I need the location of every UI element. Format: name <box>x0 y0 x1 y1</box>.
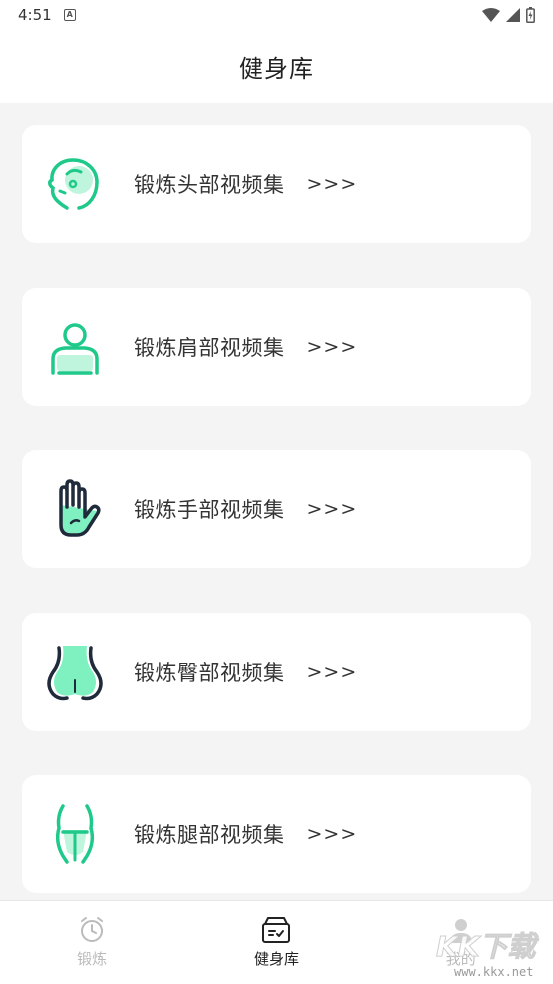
card-label: 锻炼头部视频集 <box>134 173 285 197</box>
card-hand-videos[interactable]: 锻炼手部视频集 >>> <box>22 450 531 568</box>
card-label: 锻炼手部视频集 <box>134 498 285 522</box>
wifi-icon <box>482 8 500 22</box>
card-arrow: >>> <box>306 661 358 683</box>
page-title: 健身库 <box>239 55 314 83</box>
card-arrow: >>> <box>306 498 358 520</box>
card-shoulder-videos[interactable]: 锻炼肩部视频集 >>> <box>22 288 531 406</box>
card-head-videos[interactable]: 锻炼头部视频集 >>> <box>22 125 531 243</box>
user-icon <box>449 919 472 943</box>
tab-mine[interactable]: 我的 <box>391 916 531 969</box>
tab-label: 我的 <box>445 950 476 968</box>
card-label: 锻炼腿部视频集 <box>134 823 285 847</box>
hand-icon <box>42 476 108 542</box>
library-box-icon <box>262 917 291 943</box>
status-icons <box>482 7 535 23</box>
battery-icon <box>526 7 535 23</box>
head-icon <box>42 151 108 217</box>
card-hip-videos[interactable]: 锻炼臀部视频集 >>> <box>22 613 531 731</box>
shoulder-icon <box>42 314 108 380</box>
card-label: 锻炼肩部视频集 <box>134 336 285 360</box>
card-leg-videos[interactable]: 锻炼腿部视频集 >>> <box>22 775 531 893</box>
tab-label: 锻炼 <box>77 950 108 968</box>
card-arrow: >>> <box>306 823 358 845</box>
header: 健身库 <box>0 30 553 103</box>
tab-exercise[interactable]: 锻炼 <box>22 916 162 969</box>
signal-icon <box>506 8 520 22</box>
card-arrow: >>> <box>306 173 358 195</box>
card-arrow: >>> <box>306 336 358 358</box>
leg-icon <box>42 801 108 867</box>
fitness-library-list: 锻炼头部视频集 >>> 锻炼肩部视频集 >>> 锻炼手部视频集 >>> 锻炼臀部… <box>0 103 553 899</box>
alarm-clock-icon <box>81 917 104 942</box>
tab-label: 健身库 <box>253 950 299 968</box>
hip-icon <box>42 639 108 705</box>
status-bar: 4:51 A <box>0 0 553 30</box>
notification-a-icon: A <box>63 9 76 21</box>
status-time: 4:51 <box>18 6 52 24</box>
tab-fitness-library[interactable]: 健身库 <box>206 916 346 969</box>
bottom-tab-bar: 锻炼 健身库 我的 <box>0 900 553 984</box>
card-label: 锻炼臀部视频集 <box>134 661 285 685</box>
